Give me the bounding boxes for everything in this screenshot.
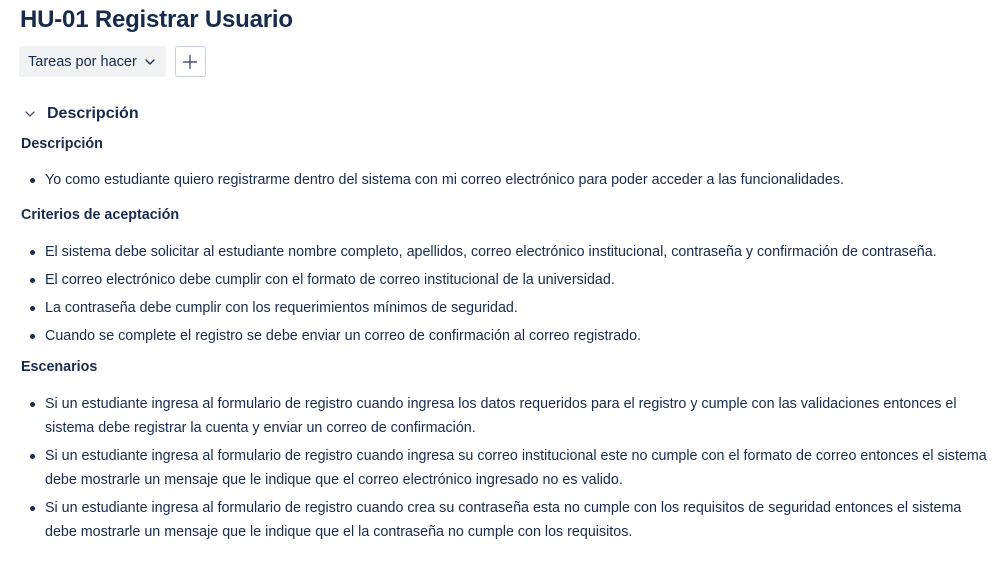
list-item: Si un estudiante ingresa al formulario d… bbox=[21, 496, 996, 544]
description-list: Yo como estudiante quiero registrarme de… bbox=[21, 168, 996, 192]
list-item: Si un estudiante ingresa al formulario d… bbox=[21, 392, 996, 440]
chevron-down-icon bbox=[25, 111, 35, 117]
criteria-heading: Criterios de aceptación bbox=[21, 207, 180, 223]
description-content: Descripción Yo como estudiante quiero re… bbox=[21, 133, 996, 548]
list-item: La contraseña debe cumplir con los reque… bbox=[21, 296, 996, 320]
section-title: Descripción bbox=[47, 105, 139, 122]
issue-page: HU-01 Registrar Usuario Tareas por hacer… bbox=[0, 0, 1007, 587]
list-item: Cuando se complete el registro se debe e… bbox=[21, 324, 996, 348]
issue-toolbar: Tareas por hacer bbox=[19, 46, 206, 77]
chevron-down-icon bbox=[145, 58, 155, 65]
list-item: Yo como estudiante quiero registrarme de… bbox=[21, 168, 996, 192]
status-dropdown-button[interactable]: Tareas por hacer bbox=[19, 46, 166, 77]
criteria-list: El sistema debe solicitar al estudiante … bbox=[21, 240, 996, 348]
list-item: El sistema debe solicitar al estudiante … bbox=[21, 240, 996, 264]
list-item: Si un estudiante ingresa al formulario d… bbox=[21, 444, 996, 492]
scenarios-list: Si un estudiante ingresa al formulario d… bbox=[21, 392, 996, 544]
plus-icon bbox=[183, 54, 198, 69]
description-section-toggle[interactable]: Descripción bbox=[24, 103, 139, 125]
status-label: Tareas por hacer bbox=[28, 53, 137, 70]
scenarios-heading: Escenarios bbox=[21, 359, 98, 375]
page-title: HU-01 Registrar Usuario bbox=[20, 6, 293, 33]
description-heading: Descripción bbox=[21, 136, 103, 152]
add-button[interactable] bbox=[174, 46, 206, 77]
list-item: El correo electrónico debe cumplir con e… bbox=[21, 268, 996, 292]
